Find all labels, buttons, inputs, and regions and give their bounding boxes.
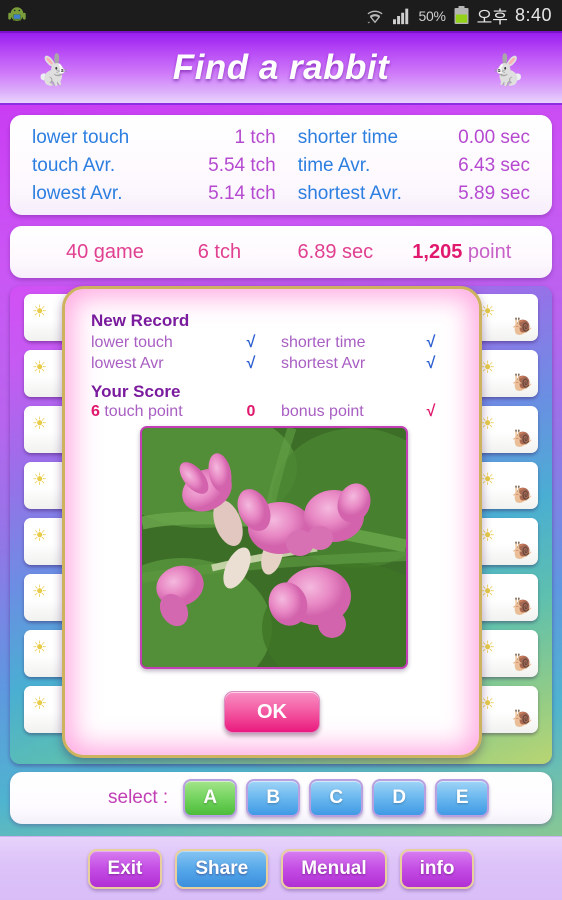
- touch-point-value: 6: [91, 403, 100, 420]
- select-bar: select : A B C D E: [10, 772, 552, 824]
- snail-icon: 🐌: [511, 597, 533, 616]
- new-record-title: New Record: [91, 311, 190, 330]
- manual-button[interactable]: Menual: [281, 848, 387, 889]
- app-root: 50% 오후 8:40 🐇 Find a rabbit 🐇 lower touc…: [0, 0, 562, 900]
- page-title: Find a rabbit: [172, 48, 390, 87]
- select-option-c[interactable]: C: [309, 779, 364, 817]
- sun-icon: ☀: [32, 414, 48, 433]
- summary-time: 6.89 sec: [297, 240, 374, 263]
- battery-icon: [454, 6, 469, 24]
- sun-icon: ☀: [32, 470, 48, 489]
- record-check-shortest-avr: √: [426, 355, 436, 372]
- signal-bars-icon: [392, 8, 408, 24]
- wifi-icon: [367, 10, 383, 23]
- battery-percent-label: 50%: [418, 7, 446, 24]
- select-option-b[interactable]: B: [246, 779, 301, 817]
- select-option-d[interactable]: D: [372, 779, 427, 817]
- sun-icon: ☀: [480, 358, 496, 377]
- summary-points: 1,205 point: [412, 241, 552, 264]
- your-score-title: Your Score: [91, 382, 181, 401]
- stat-label-touch-avr: touch Avr.: [32, 155, 116, 176]
- summary-points-value: 1,205: [412, 240, 463, 263]
- record-check-shorter-time: √: [426, 334, 436, 351]
- clock-time: 8:40: [514, 5, 552, 25]
- sun-icon: ☀: [32, 526, 48, 545]
- snail-icon: 🐌: [511, 541, 533, 560]
- app-title-bar: 🐇 Find a rabbit 🐇: [0, 31, 562, 105]
- android-robot-icon: [8, 6, 26, 21]
- sun-icon: ☀: [480, 414, 496, 433]
- select-option-e[interactable]: E: [435, 779, 490, 817]
- stat-value-shortest-avr: 5.89 sec: [458, 183, 530, 204]
- sun-icon: ☀: [480, 470, 496, 489]
- record-label-shortest-avr: shortest Avr: [281, 355, 366, 372]
- flower-photo: [140, 426, 408, 669]
- snail-icon: 🐌: [511, 653, 533, 672]
- record-row: lower touch √ shorter time √: [91, 333, 453, 353]
- select-label: select :: [108, 787, 169, 808]
- record-check-lower-touch: √: [246, 334, 256, 351]
- rabbit-icon-left: 🐇: [36, 54, 74, 87]
- stat-label-time-avr: time Avr.: [297, 155, 371, 176]
- stat-label-lowest-avr: lowest Avr.: [32, 183, 123, 204]
- sun-icon: ☀: [480, 302, 496, 321]
- stats-row: lower touch 1 tch shorter time 0.00 sec: [32, 124, 530, 152]
- snail-icon: 🐌: [511, 373, 533, 392]
- record-label-lowest-avr: lowest Avr: [91, 355, 164, 372]
- stat-value-lowest-avr: 5.14 tch: [208, 183, 276, 204]
- exit-button[interactable]: Exit: [87, 848, 163, 889]
- record-check-lowest-avr: √: [246, 355, 256, 372]
- touch-point-group: 6 touch point: [91, 403, 221, 421]
- status-bar: 50% 오후 8:40: [0, 0, 562, 31]
- sun-icon: ☀: [32, 582, 48, 601]
- ok-button[interactable]: OK: [224, 691, 320, 733]
- summary-games: 40 game: [66, 240, 144, 263]
- summary-panel: 40 game 6 tch 6.89 sec 1,205 point: [10, 226, 552, 278]
- sun-icon: ☀: [32, 694, 48, 713]
- footer-bar: Exit Share Menual info: [0, 836, 562, 900]
- sun-icon: ☀: [32, 638, 48, 657]
- stat-label-shortest-avr: shortest Avr.: [297, 183, 402, 204]
- bonus-point-value: 0: [246, 403, 256, 420]
- score-row: 6 touch point 0 bonus point √: [91, 402, 453, 422]
- record-label-shorter-time: shorter time: [281, 334, 366, 351]
- rabbit-icon-right: 🐇: [488, 54, 526, 87]
- bonus-point-check: √: [426, 403, 436, 420]
- share-button[interactable]: Share: [175, 848, 269, 889]
- record-row: lowest Avr √ shortest Avr √: [91, 354, 453, 374]
- stat-value-shorter-time: 0.00 sec: [458, 127, 530, 148]
- stat-label-lower-touch: lower touch: [32, 127, 130, 148]
- stat-value-time-avr: 6.43 sec: [458, 155, 530, 176]
- sun-icon: ☀: [480, 638, 496, 657]
- summary-touches: 6 tch: [197, 240, 242, 263]
- clock-ampm: 오후: [476, 8, 508, 27]
- sun-icon: ☀: [480, 582, 496, 601]
- status-bar-right: 50% 오후 8:40: [365, 3, 552, 28]
- stats-row: lowest Avr. 5.14 tch shortest Avr. 5.89 …: [32, 180, 530, 208]
- stats-panel: lower touch 1 tch shorter time 0.00 sec …: [10, 115, 552, 215]
- sun-icon: ☀: [480, 526, 496, 545]
- sun-icon: ☀: [32, 302, 48, 321]
- touch-point-label: touch point: [99, 403, 183, 420]
- stat-value-touch-avr: 5.54 tch: [208, 155, 276, 176]
- snail-icon: 🐌: [511, 709, 533, 728]
- snail-icon: 🐌: [511, 317, 533, 336]
- result-dialog: New Record lower touch √ shorter time √ …: [62, 286, 482, 758]
- sun-icon: ☀: [32, 358, 48, 377]
- snail-icon: 🐌: [511, 485, 533, 504]
- select-option-a[interactable]: A: [183, 779, 238, 817]
- status-bar-left: [6, 5, 28, 27]
- bonus-point-label: bonus point: [281, 403, 364, 420]
- stats-row: touch Avr. 5.54 tch time Avr. 6.43 sec: [32, 152, 530, 180]
- summary-points-label: point: [462, 240, 512, 263]
- sun-icon: ☀: [480, 694, 496, 713]
- stat-value-lower-touch: 1 tch: [234, 127, 276, 148]
- snail-icon: 🐌: [511, 429, 533, 448]
- record-label-lower-touch: lower touch: [91, 334, 173, 351]
- stat-label-shorter-time: shorter time: [297, 127, 399, 148]
- info-button[interactable]: info: [399, 848, 475, 889]
